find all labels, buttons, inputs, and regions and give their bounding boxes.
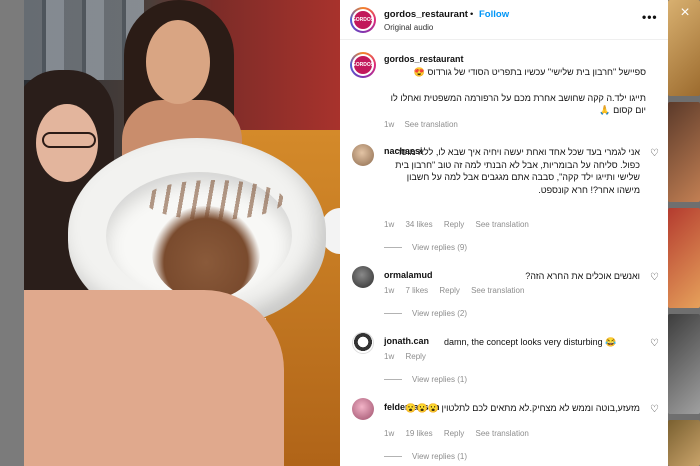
comment: nachaesi אני לגמרי בעד שכל אחד ואחת יעשה… [340, 140, 668, 258]
comment-meta: 1w 34 likes Reply See translation [384, 220, 538, 229]
separator-dot: • [470, 9, 474, 20]
reply-button[interactable]: Reply [444, 429, 464, 438]
caption-text: תייגו ילד.ה קקה שחושב אחרת מכם על הרפורמ… [390, 93, 646, 115]
caption-avatar[interactable]: GORDOS [350, 52, 376, 78]
comment: ormalamud ואנשים אוכלים את החרא הזה? ♡ 1… [340, 264, 668, 328]
comment-time: 1w [384, 220, 395, 229]
chocolate-dessert [152, 206, 260, 300]
comment: feldersasson מזעזע,בוטה וממש לא מצחיק.לא… [340, 396, 668, 466]
person-face [146, 20, 210, 104]
reply-button[interactable]: Reply [405, 352, 425, 361]
post-video[interactable] [24, 0, 340, 466]
see-translation-link[interactable]: See translation [471, 286, 524, 295]
heart-icon[interactable]: ♡ [650, 404, 659, 415]
audio-label[interactable]: Original audio [384, 23, 433, 32]
comment-time: 1w [384, 429, 395, 438]
caption-text: ספיישל "חרבון בית שלישי" עכשיו בתפריט הס… [413, 67, 646, 77]
caption-meta: 1w See translation [384, 120, 458, 129]
post-header: GORDOS gordos_restaurant • Follow Origin… [340, 0, 668, 40]
caption-time: 1w [384, 120, 395, 129]
avatar[interactable] [352, 398, 374, 420]
feed-thumbnail[interactable] [668, 420, 700, 466]
comment-text: אני לגמרי בעד שכל אחד ואחת יעשה ויחיה אי… [395, 147, 640, 195]
comment-username[interactable]: jonath.can [384, 336, 429, 346]
heart-icon[interactable]: ♡ [650, 338, 659, 349]
feed-thumbnail[interactable] [668, 102, 700, 202]
feed-thumbnail[interactable] [668, 314, 700, 414]
view-replies-button[interactable]: View replies (1) [384, 452, 467, 461]
comment-likes[interactable]: 7 likes [405, 286, 428, 295]
see-translation-link[interactable]: See translation [476, 220, 529, 229]
comment-text: damn, the concept looks very disturbing … [444, 337, 617, 347]
avatar-logo: GORDOS [352, 11, 374, 29]
avatar[interactable] [352, 332, 374, 354]
see-translation-link[interactable]: See translation [476, 429, 529, 438]
close-icon[interactable]: × [678, 5, 692, 21]
post-username[interactable]: gordos_restaurant [384, 9, 468, 20]
avatar-logo: GORDOS [352, 56, 374, 74]
more-options-icon[interactable]: ••• [642, 10, 658, 24]
follow-button[interactable]: Follow [479, 9, 509, 20]
comment-time: 1w [384, 286, 395, 295]
view-replies-button[interactable]: View replies (1) [384, 375, 467, 384]
heart-icon[interactable]: ♡ [650, 148, 659, 159]
view-replies-button[interactable]: View replies (2) [384, 309, 467, 318]
avatar[interactable] [352, 144, 374, 166]
post-caption: GORDOS gordos_restaurant ספיישל "חרבון ב… [340, 48, 668, 132]
avatar[interactable]: GORDOS [350, 7, 376, 33]
feed-thumbnails [668, 0, 700, 466]
reply-button[interactable]: Reply [439, 286, 459, 295]
comment-meta: 1w Reply [384, 352, 435, 361]
comment-meta: 1w 7 likes Reply See translation [384, 286, 533, 295]
view-replies-button[interactable]: View replies (9) [384, 243, 467, 252]
comment: jonath.can damn, the concept looks very … [340, 330, 668, 390]
post-sidebar: GORDOS gordos_restaurant • Follow Origin… [340, 0, 668, 466]
comment-likes[interactable]: 19 likes [405, 429, 432, 438]
avatar[interactable] [352, 266, 374, 288]
comment-likes[interactable]: 34 likes [405, 220, 432, 229]
glasses [42, 132, 96, 148]
see-translation-link[interactable]: See translation [404, 120, 457, 129]
comment-text: ואנשים אוכלים את החרא הזה? [525, 271, 640, 281]
arm [24, 290, 284, 466]
backdrop-left [0, 0, 24, 466]
comment-meta: 1w 19 likes Reply See translation [384, 429, 538, 438]
heart-icon[interactable]: ♡ [650, 272, 659, 283]
comment-text: מזעזע,בוטה וממש לא מצחיק.לא מתאים לכם לת… [405, 403, 640, 413]
comment-time: 1w [384, 352, 395, 361]
feed-thumbnail[interactable] [668, 208, 700, 308]
caption-username[interactable]: gordos_restaurant [384, 54, 464, 64]
reply-button[interactable]: Reply [444, 220, 464, 229]
